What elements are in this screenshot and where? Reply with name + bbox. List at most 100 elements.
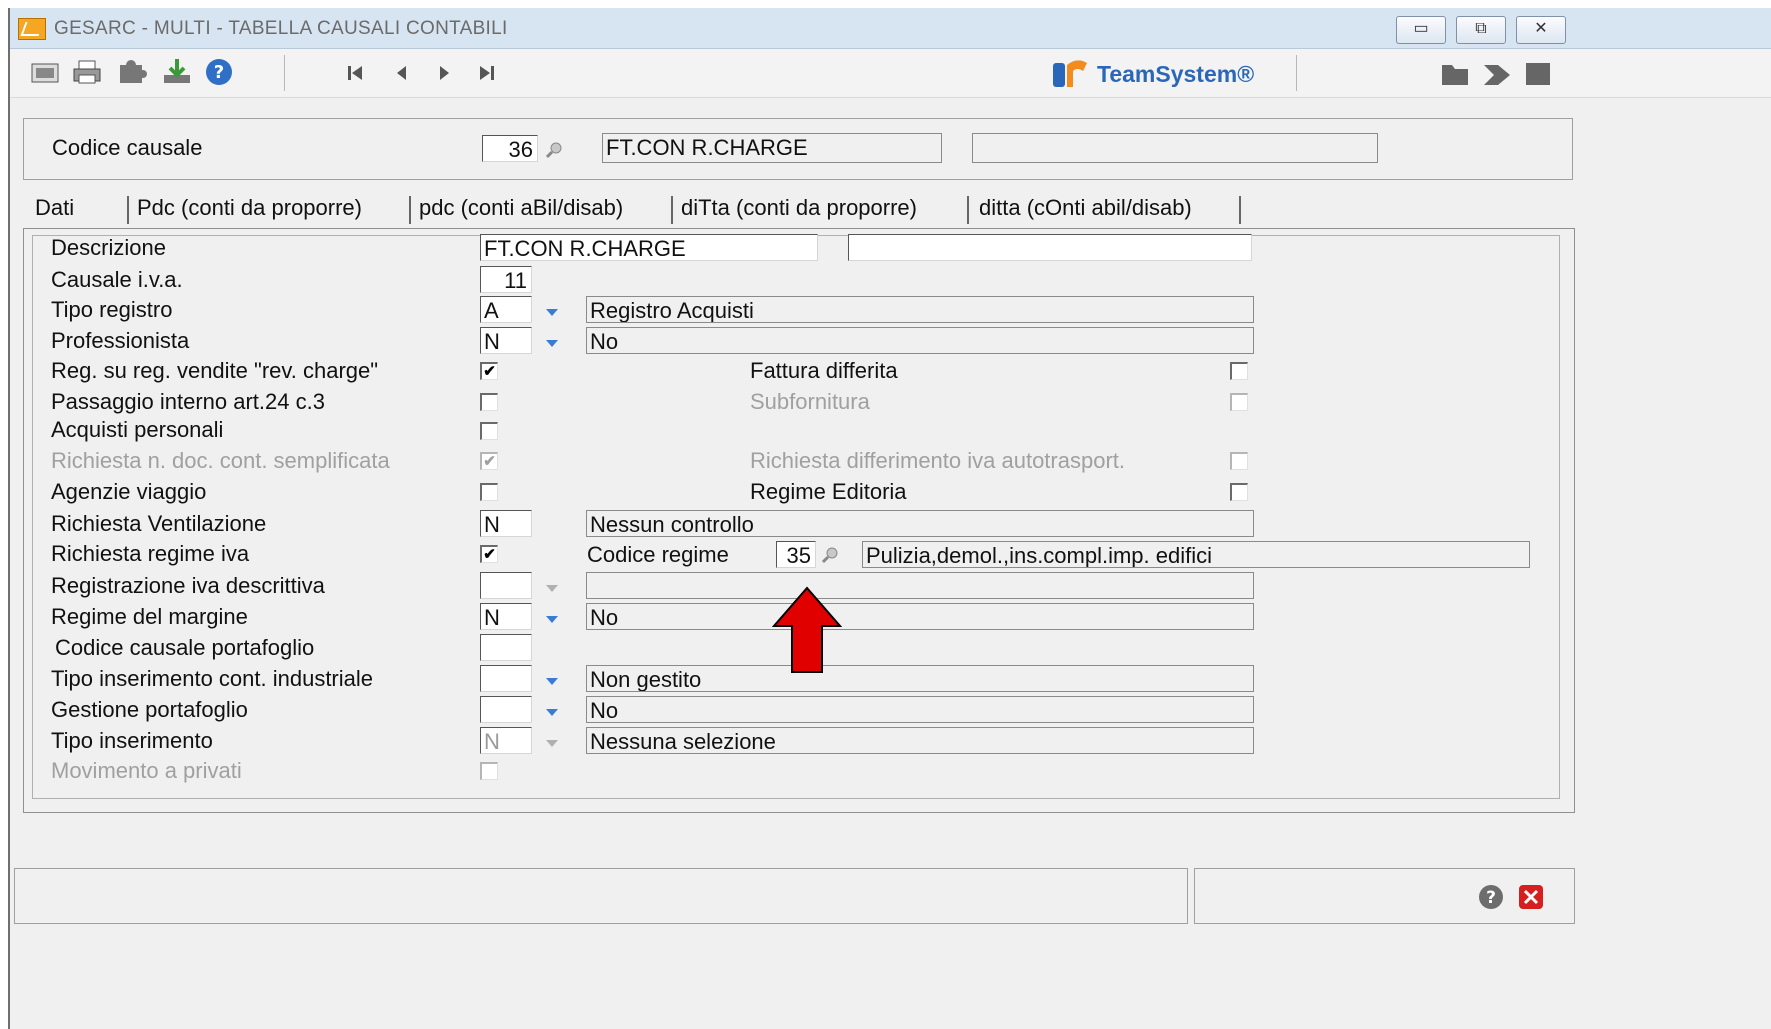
agenzie-viaggio-checkbox[interactable] (480, 483, 498, 501)
tipo-inserimento-label: Tipo inserimento (51, 728, 213, 753)
richiesta-ventilazione-label: Richiesta Ventilazione (51, 511, 267, 536)
last-icon[interactable] (476, 63, 496, 83)
richiesta-regime-iva-checkbox[interactable]: ✔ (480, 545, 498, 563)
codice-causale-extra (972, 133, 1378, 163)
reg-vendite-label: Reg. su reg. vendite "rev. charge" (51, 358, 379, 383)
tab-ditta-conti-da-proporre[interactable]: diTta (conti da proporre) (681, 190, 917, 226)
fattura-differita-label: Fattura differita (750, 358, 898, 383)
tipo-registro-input[interactable]: A (480, 296, 532, 323)
descrizione-label: Descrizione (51, 235, 166, 260)
professionista-label: Professionista (51, 328, 190, 353)
svg-text:?: ? (1486, 888, 1496, 908)
first-icon[interactable] (346, 63, 366, 83)
passaggio-interno-label: Passaggio interno art.24 c.3 (51, 389, 325, 414)
search-icon[interactable] (546, 141, 564, 159)
stop-icon[interactable] (1524, 61, 1552, 87)
prev-icon[interactable] (392, 63, 412, 83)
status-close-icon[interactable] (1517, 883, 1545, 911)
regime-margine-label: Regime del margine (51, 604, 248, 629)
agenzie-viaggio-label: Agenzie viaggio (51, 479, 207, 504)
codice-regime-label: Codice regime (587, 542, 729, 567)
status-bar-left (14, 868, 1188, 924)
descrizione-input[interactable]: FT.CON R.CHARGE (480, 234, 818, 261)
red-arrow-annotation (772, 586, 842, 673)
minimize-button[interactable]: ▭ (1396, 16, 1446, 44)
title-bar: GESARC - MULTI - TABELLA CAUSALI CONTABI… (10, 8, 1771, 49)
gestione-portafoglio-description: No (586, 696, 1254, 723)
fattura-differita-checkbox[interactable] (1230, 362, 1248, 380)
richiesta-ventilazione-input[interactable]: N (480, 510, 532, 537)
registrazione-descrittiva-description (586, 572, 1254, 599)
richiesta-differimento-checkbox (1230, 452, 1248, 470)
tipo-registro-description: Registro Acquisti (586, 296, 1254, 323)
regime-editoria-checkbox[interactable] (1230, 483, 1248, 501)
regime-margine-dropdown-icon[interactable] (546, 616, 558, 623)
download-icon[interactable] (162, 57, 192, 87)
acquisti-personali-checkbox[interactable] (480, 422, 498, 440)
tipo-inserimento-dropdown-icon[interactable] (546, 740, 558, 747)
tipo-inserimento-ci-label: Tipo inserimento cont. industriale (51, 666, 374, 691)
app-mail-icon (18, 18, 46, 40)
help-icon[interactable]: ? (204, 57, 234, 87)
regime-margine-description: No (586, 603, 1254, 630)
close-button[interactable]: ✕ (1516, 16, 1566, 44)
window-title: GESARC - MULTI - TABELLA CAUSALI CONTABI… (54, 18, 508, 39)
regime-editoria-label: Regime Editoria (750, 479, 907, 504)
professionista-dropdown-icon[interactable] (546, 340, 558, 347)
richiesta-regime-iva-label: Richiesta regime iva (51, 541, 250, 566)
movimento-privati-label: Movimento a privati (51, 758, 242, 783)
codice-portafoglio-label: Codice causale portafoglio (55, 635, 315, 660)
tipo-inserimento-ci-dropdown-icon[interactable] (546, 678, 558, 685)
subfornitura-label: Subfornitura (750, 389, 870, 414)
codice-causale-input[interactable]: 36 (482, 135, 538, 162)
tab-pdc-conti-da-proporre[interactable]: Pdc (conti da proporre) (137, 190, 362, 226)
screen-icon[interactable] (30, 61, 60, 85)
registrazione-descrittiva-dropdown-icon[interactable] (546, 585, 558, 592)
regime-margine-input[interactable]: N (480, 603, 532, 630)
tipo-inserimento-description: Nessuna selezione (586, 727, 1254, 754)
folder-icon[interactable] (1440, 61, 1470, 87)
codice-regime-search-icon[interactable] (822, 546, 840, 564)
causale-iva-input[interactable]: 11 (480, 266, 532, 293)
reg-vendite-checkbox[interactable]: ✔ (480, 362, 498, 380)
status-bar-right: ? (1194, 868, 1575, 924)
movimento-privati-checkbox (480, 762, 498, 780)
codice-portafoglio-input[interactable] (480, 634, 532, 661)
codice-causale-description: FT.CON R.CHARGE (602, 133, 942, 163)
richiesta-ventilazione-description: Nessun controllo (586, 510, 1254, 537)
tipo-inserimento-input[interactable]: N (480, 727, 532, 754)
passaggio-interno-checkbox[interactable] (480, 393, 498, 411)
tipo-registro-label: Tipo registro (51, 297, 173, 322)
codice-regime-input[interactable]: 35 (776, 541, 816, 568)
puzzle-icon[interactable] (116, 59, 148, 85)
header-panel: Codice causale 36 FT.CON R.CHARGE (23, 118, 1573, 180)
forward-icon[interactable] (1482, 61, 1512, 87)
gestione-portafoglio-dropdown-icon[interactable] (546, 709, 558, 716)
codice-causale-label: Codice causale (52, 135, 203, 160)
registrazione-descrittiva-input[interactable] (480, 572, 532, 599)
richiesta-ndoc-label: Richiesta n. doc. cont. semplificata (51, 448, 390, 473)
printer-icon[interactable] (72, 59, 102, 85)
svg-text:?: ? (214, 62, 224, 83)
registrazione-descrittiva-label: Registrazione iva descrittiva (51, 573, 325, 598)
tab-dati[interactable]: Dati (35, 190, 74, 226)
tab-ditta-conti-abil-disab[interactable]: ditta (cOnti abil/disab) (979, 190, 1192, 226)
tipo-inserimento-ci-input[interactable] (480, 665, 532, 692)
maximize-button[interactable]: ⧉ (1456, 16, 1506, 44)
descrizione-input-2[interactable] (848, 234, 1252, 261)
richiesta-ndoc-checkbox: ✔ (480, 452, 498, 470)
acquisti-personali-label: Acquisti personali (51, 417, 224, 442)
gestione-portafoglio-label: Gestione portafoglio (51, 697, 248, 722)
status-help-icon[interactable]: ? (1477, 883, 1505, 911)
tab-pdc-conti-abil-disab[interactable]: pdc (conti aBil/disab) (419, 190, 623, 226)
next-icon[interactable] (434, 63, 454, 83)
richiesta-differimento-label: Richiesta differimento iva autotrasport. (750, 448, 1125, 473)
professionista-description: No (586, 327, 1254, 354)
teamsystem-logo-icon (1053, 60, 1087, 87)
codice-regime-description: Pulizia,demol.,ins.compl.imp. edifici (862, 541, 1530, 568)
toolbar: ? TeamSystem® (10, 49, 1771, 98)
application-window: GESARC - MULTI - TABELLA CAUSALI CONTABI… (8, 8, 1771, 1029)
tipo-registro-dropdown-icon[interactable] (546, 309, 558, 316)
gestione-portafoglio-input[interactable] (480, 696, 532, 723)
professionista-input[interactable]: N (480, 327, 532, 354)
